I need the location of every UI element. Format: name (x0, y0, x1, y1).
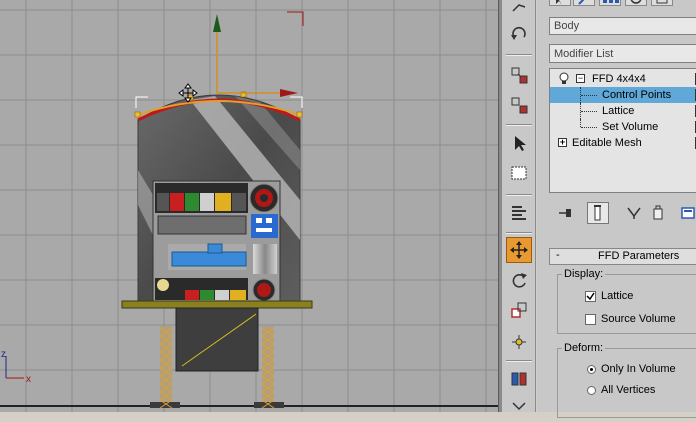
gizmo-y-arrow[interactable] (213, 14, 221, 32)
stack-item-set-volume-label: Set Volume (602, 121, 659, 133)
object-name-field[interactable]: Body (549, 17, 696, 35)
main-toolbar (502, 0, 536, 412)
create-icon (556, 0, 562, 5)
viewport-scene[interactable]: z x (0, 0, 498, 412)
modify-icon (578, 0, 585, 5)
display-icon (656, 0, 668, 4)
stack-item-lattice[interactable]: Lattice (550, 103, 696, 119)
select-by-name-button[interactable] (506, 200, 532, 226)
pin-stack-button[interactable] (555, 202, 577, 224)
only-in-volume-radio[interactable] (587, 365, 596, 374)
select-and-rotate-button[interactable] (506, 267, 532, 293)
axis-x-label: x (26, 374, 31, 385)
hierarchy-icon (603, 0, 619, 3)
stack-toolbar (549, 200, 696, 226)
lattice-checkbox-label: Lattice (601, 290, 634, 302)
rollout-title: FFD Parameters (598, 250, 680, 262)
stack-item-editable-mesh[interactable]: + Editable Mesh (550, 135, 696, 151)
source-volume-checkbox[interactable] (585, 314, 596, 325)
viewport-corner-mark (287, 11, 304, 26)
expand-icon[interactable]: + (558, 138, 567, 147)
motion-tab[interactable] (625, 0, 647, 6)
manipulate-icon (512, 335, 526, 349)
remove-modifier-button[interactable] (647, 202, 669, 224)
axis-z-label: z (1, 349, 6, 360)
cursor-arrow-icon (515, 136, 526, 151)
select-and-move-button[interactable] (506, 237, 532, 263)
robot-body-mesh (121, 94, 313, 408)
region-rect-icon (511, 166, 527, 180)
list-icon (512, 206, 526, 220)
rotate-icon (512, 273, 527, 288)
ffd-parameters-rollout-header[interactable]: - FFD Parameters (549, 248, 696, 265)
gizmo-x-arrow[interactable] (280, 89, 298, 97)
link-icon (512, 4, 526, 12)
display-tab[interactable] (651, 0, 673, 6)
modifier-list-dropdown[interactable]: Modifier List (549, 44, 696, 63)
stack-item-control-points[interactable]: Control Points (550, 87, 696, 103)
all-vertices-radio[interactable] (587, 386, 596, 395)
source-volume-checkbox-label: Source Volume (601, 313, 676, 325)
unlink-selection-button[interactable] (506, 92, 532, 118)
trash-icon (653, 205, 663, 220)
mirror-icon (511, 372, 527, 386)
modifier-stack[interactable]: − FFD 4x4x4 Control Points Lattice Set V… (549, 68, 696, 193)
all-vertices-label: All Vertices (601, 384, 656, 396)
rollout-collapse-icon[interactable]: - (556, 249, 560, 261)
select-manipulate-button[interactable] (506, 329, 532, 355)
stack-item-control-points-label: Control Points (602, 89, 672, 101)
panel-tabs (549, 0, 696, 6)
stack-item-ffd[interactable]: − FFD 4x4x4 (550, 71, 696, 87)
lightbulb-icon[interactable] (558, 72, 570, 86)
select-region-button[interactable] (506, 160, 532, 186)
motion-icon (630, 0, 642, 4)
select-and-link-button[interactable] (506, 62, 532, 88)
stack-item-set-volume[interactable]: Set Volume (550, 119, 696, 135)
hierarchy-tab[interactable] (599, 0, 621, 6)
undo-button[interactable] (506, 22, 532, 48)
stack-item-editable-mesh-label: Editable Mesh (572, 137, 642, 149)
stack-item-ffd-label: FFD 4x4x4 (592, 73, 646, 85)
show-end-result-button[interactable] (587, 202, 609, 224)
deform-group-label: Deform: (562, 342, 606, 354)
only-in-volume-label: Only In Volume (601, 363, 676, 375)
check-icon (586, 292, 595, 301)
stack-item-lattice-label: Lattice (602, 105, 635, 117)
create-tab[interactable] (549, 0, 571, 6)
pin-icon (559, 209, 571, 217)
move-icon (510, 241, 528, 259)
display-group-label: Display: (562, 268, 606, 280)
configure-sets-button[interactable] (677, 202, 696, 224)
deform-group: Deform: Only In Volume All Vertices (557, 342, 696, 418)
undo-icon (511, 26, 526, 40)
perspective-viewport[interactable]: z x (0, 0, 498, 412)
select-and-scale-button[interactable] (506, 297, 532, 323)
align-icon (512, 402, 526, 411)
select-link-icon (511, 67, 528, 84)
end-result-icon (594, 205, 601, 221)
select-object-button[interactable] (506, 130, 532, 156)
link-tool-button[interactable] (506, 0, 532, 20)
display-group: Display: Lattice Source Volume (557, 268, 696, 334)
modify-command-panel: Body Modifier List − FFD 4x4x4 Control P… (537, 0, 696, 418)
radio-dot (590, 368, 593, 371)
lattice-checkbox[interactable] (585, 291, 596, 302)
configure-icon (681, 207, 695, 219)
modify-tab[interactable] (573, 0, 595, 6)
collapse-icon[interactable]: − (576, 74, 585, 83)
make-unique-icon (627, 207, 641, 219)
align-button[interactable] (506, 396, 532, 422)
unlink-icon (511, 97, 528, 114)
make-unique-button[interactable] (623, 202, 645, 224)
mirror-button[interactable] (506, 366, 532, 392)
scale-icon (511, 302, 527, 318)
